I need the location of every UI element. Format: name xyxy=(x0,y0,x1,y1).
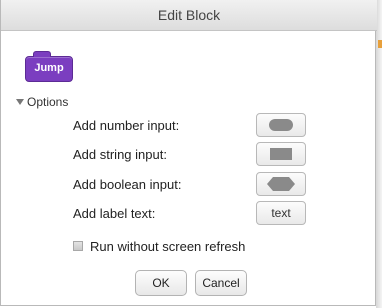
oval-shape-icon xyxy=(269,119,293,131)
option-row-label-text: Add label text: text xyxy=(73,201,308,227)
dialog-titlebar[interactable]: Edit Block xyxy=(1,0,377,31)
option-row-boolean-input: Add boolean input: xyxy=(73,172,308,198)
disclosure-triangle-icon xyxy=(16,99,24,105)
add-label-text-button-label: text xyxy=(271,206,291,220)
edit-block-dialog: Edit Block Jump Options Add number input… xyxy=(0,0,377,306)
cancel-button[interactable]: Cancel xyxy=(195,270,247,296)
dialog-title: Edit Block xyxy=(157,7,221,23)
run-without-refresh-row: Run without screen refresh xyxy=(73,238,245,254)
block-notch xyxy=(33,51,51,57)
add-boolean-input-button[interactable] xyxy=(256,172,306,196)
background-window-marker xyxy=(378,40,382,48)
block-label: Jump xyxy=(34,62,64,74)
run-without-refresh-label: Run without screen refresh xyxy=(90,238,246,254)
boolean-input-label: Add boolean input: xyxy=(73,177,182,192)
jump-block-preview[interactable]: Jump xyxy=(25,51,73,82)
run-without-refresh-checkbox[interactable] xyxy=(73,241,83,251)
number-input-label: Add number input: xyxy=(73,118,180,133)
add-number-input-button[interactable] xyxy=(256,113,306,137)
label-text-label: Add label text: xyxy=(73,206,156,221)
hexagon-shape-icon xyxy=(267,177,295,191)
add-string-input-button[interactable] xyxy=(256,142,306,166)
option-row-string-input: Add string input: xyxy=(73,142,308,168)
add-label-text-button[interactable]: text xyxy=(256,201,306,225)
rectangle-shape-icon xyxy=(270,148,292,160)
options-toggle[interactable]: Options xyxy=(16,94,68,110)
string-input-label: Add string input: xyxy=(73,147,167,162)
option-row-number-input: Add number input: xyxy=(73,113,308,139)
options-label: Options xyxy=(27,95,69,109)
ok-button[interactable]: OK xyxy=(135,270,187,296)
